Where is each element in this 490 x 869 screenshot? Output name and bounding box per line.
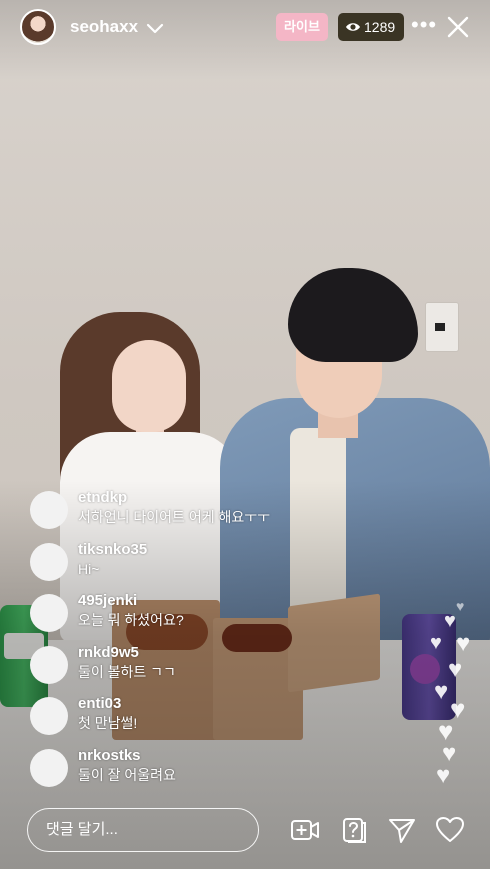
comment-avatar[interactable] (30, 594, 68, 632)
host-avatar[interactable] (20, 9, 56, 45)
chevron-down-icon[interactable] (145, 18, 165, 38)
comment-text: 오늘 뭐 하셨어요? (78, 612, 184, 628)
comment-username[interactable]: enti03 (78, 694, 330, 714)
comment-item: tiksnko35 Hi~ (30, 540, 330, 592)
comment-text: 둘이 볼하트 ㄱㄱ (78, 663, 176, 680)
host-username[interactable]: seohaxx (70, 17, 138, 37)
comment-username[interactable]: etndkp (78, 488, 330, 508)
comment-item: rnkd9w5 둘이 볼하트 ㄱㄱ (30, 643, 330, 695)
comment-username[interactable]: nrkostks (78, 746, 330, 766)
comment-avatar[interactable] (30, 542, 68, 581)
comment-avatar[interactable] (30, 645, 68, 684)
live-header: seohaxx 라이브 1289 ••• (0, 0, 490, 56)
comment-username[interactable]: 495jenki (78, 591, 330, 611)
woman-face (112, 340, 186, 432)
heart-icon: ♥ (448, 656, 463, 683)
comment-username[interactable]: rnkd9w5 (78, 643, 330, 663)
close-icon[interactable] (446, 15, 470, 39)
add-video-icon[interactable] (289, 814, 321, 846)
comment-avatar[interactable] (30, 748, 68, 787)
heart-icon: ♥ (456, 598, 465, 614)
comment-username[interactable]: tiksnko35 (78, 540, 330, 560)
comment-text: Hi~ (78, 560, 100, 577)
comment-item: etndkp 서하언니 다이어트 어케 해요ㅜㅜ (30, 488, 330, 540)
comment-item: nrkostks 둘이 잘 어울려요 (30, 746, 330, 798)
heart-icon[interactable] (434, 814, 466, 846)
comment-text: 둘이 잘 어울려요 (78, 766, 176, 783)
wall-outlet (425, 302, 459, 352)
question-icon[interactable] (338, 814, 370, 846)
comment-input[interactable]: 댓글 달기... (27, 808, 259, 852)
heart-icon: ♥ (456, 630, 471, 657)
heart-icon: ♥ (434, 678, 449, 705)
more-icon[interactable]: ••• (411, 14, 437, 36)
comment-item: enti03 첫 만남썰! (30, 694, 330, 746)
man-hair (288, 268, 418, 362)
heart-icon: ♥ (436, 762, 451, 789)
comment-avatar[interactable] (30, 491, 68, 529)
comment-avatar[interactable] (30, 697, 68, 735)
comment-item: 495jenki 오늘 뭐 하셨어요? (30, 591, 330, 643)
comment-text: 서하언니 다이어트 어케 해요ㅜㅜ (78, 509, 270, 525)
viewer-count-badge[interactable]: 1289 (338, 13, 404, 41)
send-icon[interactable] (386, 814, 418, 846)
floating-hearts: ♥ ♥ ♥ ♥ ♥ ♥ ♥ ♥ ♥ ♥ (428, 598, 480, 798)
comment-list: etndkp 서하언니 다이어트 어케 해요ㅜㅜ tiksnko35 Hi~ 4… (30, 488, 330, 797)
heart-icon: ♥ (444, 610, 456, 632)
viewer-count: 1289 (364, 19, 396, 35)
eye-icon (346, 23, 360, 31)
live-badge: 라이브 (276, 13, 328, 41)
comment-text: 첫 만남썰! (78, 715, 138, 731)
heart-icon: ♥ (430, 632, 442, 654)
